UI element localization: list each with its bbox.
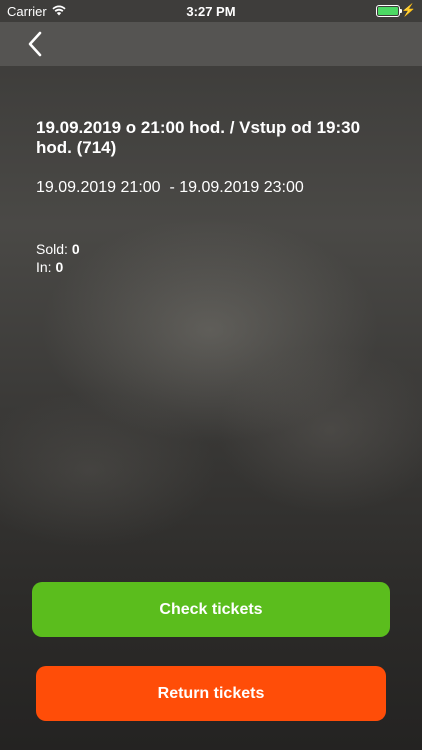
in-value: 0 bbox=[55, 259, 64, 275]
navigation-bar bbox=[0, 22, 422, 66]
sold-value: 0 bbox=[71, 241, 80, 257]
in-label: In: bbox=[36, 259, 52, 275]
charging-icon: ⚡ bbox=[401, 3, 416, 17]
background-crowd-image bbox=[0, 0, 422, 750]
status-time: 3:27 PM bbox=[186, 4, 236, 19]
battery-icon bbox=[376, 5, 402, 17]
sold-label: Sold: bbox=[36, 241, 68, 257]
sold-stat: Sold: 0 bbox=[36, 241, 80, 257]
event-title: 19.09.2019 o 21:00 hod. / Vstup od 19:30… bbox=[36, 118, 361, 157]
chevron-left-icon[interactable] bbox=[22, 30, 50, 58]
check-tickets-button[interactable]: Check tickets bbox=[32, 582, 390, 637]
event-date-range: 19.09.2019 21:00 - 19.09.2019 23:00 bbox=[36, 179, 304, 196]
in-stat: In: 0 bbox=[36, 259, 63, 275]
status-bar: Carrier 3:27 PM ⚡ bbox=[0, 0, 422, 22]
return-tickets-button[interactable]: Return tickets bbox=[36, 666, 386, 721]
